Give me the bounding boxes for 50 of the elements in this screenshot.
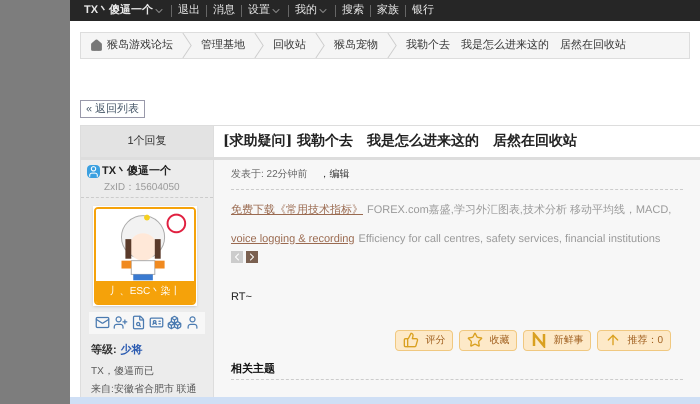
breadcrumb-link[interactable]: 回收站 [264,37,315,54]
user-id: ZxID：15604050 [103,180,181,194]
action-button[interactable]: 新鲜事 [523,330,592,350]
post-time: 发表于: 22分钟前 [231,168,308,182]
author-name[interactable]: TX丶傻逼一个 [102,163,172,180]
id-card-icon[interactable] [148,315,164,330]
location: 来自:安徽省合肥市 联通 [90,382,198,397]
star-icon [467,332,484,348]
level-value: 少将 [120,342,143,358]
nav-link[interactable]: 我的 [295,2,330,19]
nav-link[interactable]: 银行 [412,2,434,19]
reply-count: 1个回复 [127,134,167,150]
blocks-icon[interactable] [166,315,182,330]
separator-icon [254,32,264,58]
avatar-caption: 丿、ESC丶染丨 [96,280,194,302]
ad-link[interactable]: 免费下载《常用技术指标》 [231,202,363,218]
separator-icon [315,32,325,58]
separator-icon [387,32,397,58]
signature: TX，傻逼而已 [90,365,155,379]
breadcrumb-link[interactable]: 猴岛宠物 [325,37,387,54]
ad-text: FOREX.com嘉盛,学习外汇图表,技术分析 移动平均线，MACD, [367,202,672,218]
document-search-icon[interactable] [130,315,146,330]
post-body: RT~ [231,290,253,305]
breadcrumb-link[interactable]: 我勒个去 我是怎么进来这的 居然在回收站 [397,37,635,54]
thread-title: [求助疑问] 我勒个去 我是怎么进来这的 居然在回收站 [223,132,578,151]
user-icon [87,164,100,178]
back-to-list-button[interactable]: « 返回列表 [80,100,146,118]
ad-link[interactable]: voice logging & recording [231,230,355,247]
action-button[interactable]: 评分 [395,330,454,350]
thumbs-up-icon [403,332,420,348]
home-icon [90,38,103,52]
nav-link[interactable]: 设置 [248,2,282,19]
related-heading: 相关主题 [231,362,275,374]
edit-link[interactable]: ，编辑 [320,167,350,182]
separator-icon [182,32,192,58]
n-letter-icon [531,332,548,348]
breadcrumb-link[interactable]: 管理基地 [192,37,254,54]
action-button[interactable]: 推荐：0 [597,330,671,350]
breadcrumb-link[interactable]: 猴岛游戏论坛 [81,37,182,54]
next-icon[interactable] [246,251,258,263]
nav-link[interactable]: TX丶傻逼一个 [84,2,166,19]
level-label: 等级: [91,342,117,358]
nav-link[interactable]: 消息 [213,2,236,19]
nav-link[interactable]: 搜索 [342,2,364,19]
mail-icon[interactable] [94,315,110,330]
nav-link[interactable]: 退出 [178,2,200,19]
action-button[interactable]: 收藏 [459,330,518,350]
nav-link[interactable]: 家族 [377,2,400,19]
ad-text: Efficiency for call centres, safety services, financial institutions [358,232,660,246]
add-user-icon[interactable] [112,315,128,330]
